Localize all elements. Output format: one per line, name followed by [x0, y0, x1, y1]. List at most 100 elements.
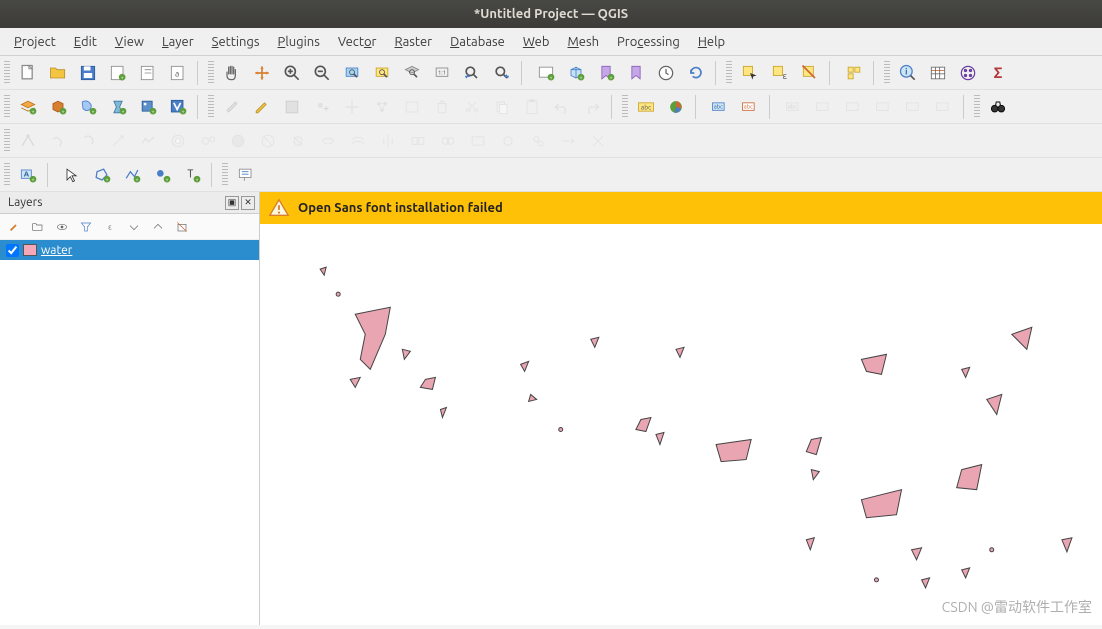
rotate-feature-button[interactable] [74, 127, 102, 155]
filter-by-expr-button[interactable]: ε [100, 217, 120, 237]
offset-point-symbols-button[interactable] [524, 127, 552, 155]
new-3d-map-button[interactable]: + [562, 59, 590, 87]
vertex-tool-button[interactable] [368, 93, 396, 121]
merge-features-button[interactable] [434, 127, 462, 155]
label-properties-button[interactable] [900, 93, 928, 121]
merge-attrs-button[interactable] [464, 127, 492, 155]
add-ring-button[interactable] [164, 127, 192, 155]
open-project-button[interactable] [44, 59, 72, 87]
toolbar-handle[interactable] [726, 61, 732, 85]
select-by-value-button[interactable]: ε [766, 59, 794, 87]
remove-layer-button[interactable] [172, 217, 192, 237]
toolbar-handle[interactable] [208, 95, 214, 119]
enable-advanced-digitizing-button[interactable] [14, 127, 42, 155]
new-bookmark-button[interactable]: + [592, 59, 620, 87]
attribute-table-button[interactable] [924, 59, 952, 87]
zoom-out-button[interactable] [308, 59, 336, 87]
deselect-all-button[interactable] [796, 59, 824, 87]
simplify-button[interactable] [134, 127, 162, 155]
zoom-last-button[interactable] [458, 59, 486, 87]
new-map-view-button[interactable]: + [532, 59, 560, 87]
label-callout-button[interactable] [930, 93, 958, 121]
zoom-selection-button[interactable] [368, 59, 396, 87]
layer-item-water[interactable]: water [0, 240, 259, 260]
add-feature-button[interactable] [308, 93, 336, 121]
toolbar-handle[interactable] [622, 95, 628, 119]
move-label-button[interactable] [810, 93, 838, 121]
split-features-button[interactable] [374, 127, 402, 155]
delete-selected-button[interactable] [428, 93, 456, 121]
toolbar-handle[interactable] [884, 61, 890, 85]
toolbar-handle[interactable] [222, 163, 228, 187]
menu-raster[interactable]: Raster [386, 31, 440, 53]
offset-curve-button[interactable] [344, 127, 372, 155]
toolbar-handle[interactable] [4, 95, 10, 119]
new-shapefile-button[interactable]: + [74, 93, 102, 121]
layer-checkbox[interactable] [6, 244, 19, 257]
toolbar-handle[interactable] [4, 61, 10, 85]
rotate-point-symbols-button[interactable] [494, 127, 522, 155]
create-marker-annotation-button[interactable]: + [148, 161, 176, 189]
move-feature-button[interactable] [338, 93, 366, 121]
save-project-button[interactable] [74, 59, 102, 87]
zoom-next-button[interactable] [488, 59, 516, 87]
new-virtual-layer-button[interactable]: + [164, 93, 192, 121]
toolbar-handle[interactable] [4, 163, 10, 187]
menu-edit[interactable]: Edit [66, 31, 105, 53]
zoom-native-button[interactable]: 1:1 [428, 59, 456, 87]
pan-selection-button[interactable] [248, 59, 276, 87]
form-annotation-button[interactable] [232, 161, 260, 189]
move-feature-adv-button[interactable] [44, 127, 72, 155]
refresh-button[interactable] [682, 59, 710, 87]
metasearch-button[interactable] [984, 93, 1012, 121]
fill-ring-button[interactable] [224, 127, 252, 155]
identify-button[interactable]: i [894, 59, 922, 87]
select-all-button[interactable] [840, 59, 868, 87]
create-text-annotation-button[interactable]: T+ [178, 161, 206, 189]
menu-project[interactable]: Project [6, 31, 64, 53]
menu-web[interactable]: Web [515, 31, 558, 53]
statistics-button[interactable]: Σ [984, 59, 1012, 87]
create-line-annotation-button[interactable]: + [118, 161, 146, 189]
menu-layer[interactable]: Layer [154, 31, 202, 53]
new-print-layout-button[interactable]: + [104, 59, 132, 87]
temporal-controller-button[interactable] [652, 59, 680, 87]
delete-part-button[interactable] [284, 127, 312, 155]
add-group-button[interactable] [28, 217, 48, 237]
show-hide-labels-button[interactable]: abc [780, 93, 808, 121]
new-project-button[interactable] [14, 59, 42, 87]
diagram-button[interactable] [662, 93, 690, 121]
new-spatialite-button[interactable]: + [104, 93, 132, 121]
layers-undock-button[interactable]: ▣ [225, 196, 239, 210]
reverse-line-button[interactable] [554, 127, 582, 155]
undo-button[interactable] [548, 93, 576, 121]
menu-vector[interactable]: Vector [330, 31, 385, 53]
collapse-all-button[interactable] [148, 217, 168, 237]
menu-plugins[interactable]: Plugins [270, 31, 328, 53]
toolbar-handle[interactable] [4, 129, 10, 153]
modify-attributes-button[interactable] [398, 93, 426, 121]
trim-extend-button[interactable] [584, 127, 612, 155]
create-polygon-annotation-button[interactable]: + [88, 161, 116, 189]
menu-processing[interactable]: Processing [609, 31, 688, 53]
add-part-button[interactable] [194, 127, 222, 155]
pan-button[interactable] [218, 59, 246, 87]
open-layer-styling-button[interactable] [4, 217, 24, 237]
paste-features-button[interactable] [518, 93, 546, 121]
rotate-label-button[interactable] [840, 93, 868, 121]
menu-mesh[interactable]: Mesh [559, 31, 607, 53]
filter-legend-button[interactable] [76, 217, 96, 237]
highlight-label-button[interactable]: abc [706, 93, 734, 121]
menu-help[interactable]: Help [690, 31, 733, 53]
delete-ring-button[interactable] [254, 127, 282, 155]
toggle-editing-button[interactable] [248, 93, 276, 121]
scale-feature-button[interactable] [104, 127, 132, 155]
expand-all-button[interactable] [124, 217, 144, 237]
zoom-full-button[interactable] [338, 59, 366, 87]
cut-features-button[interactable] [458, 93, 486, 121]
new-temp-scratch-button[interactable]: + [134, 93, 162, 121]
zoom-layer-button[interactable] [398, 59, 426, 87]
split-parts-button[interactable] [404, 127, 432, 155]
modify-annotations-button[interactable] [58, 161, 86, 189]
map-canvas[interactable] [260, 224, 1102, 625]
